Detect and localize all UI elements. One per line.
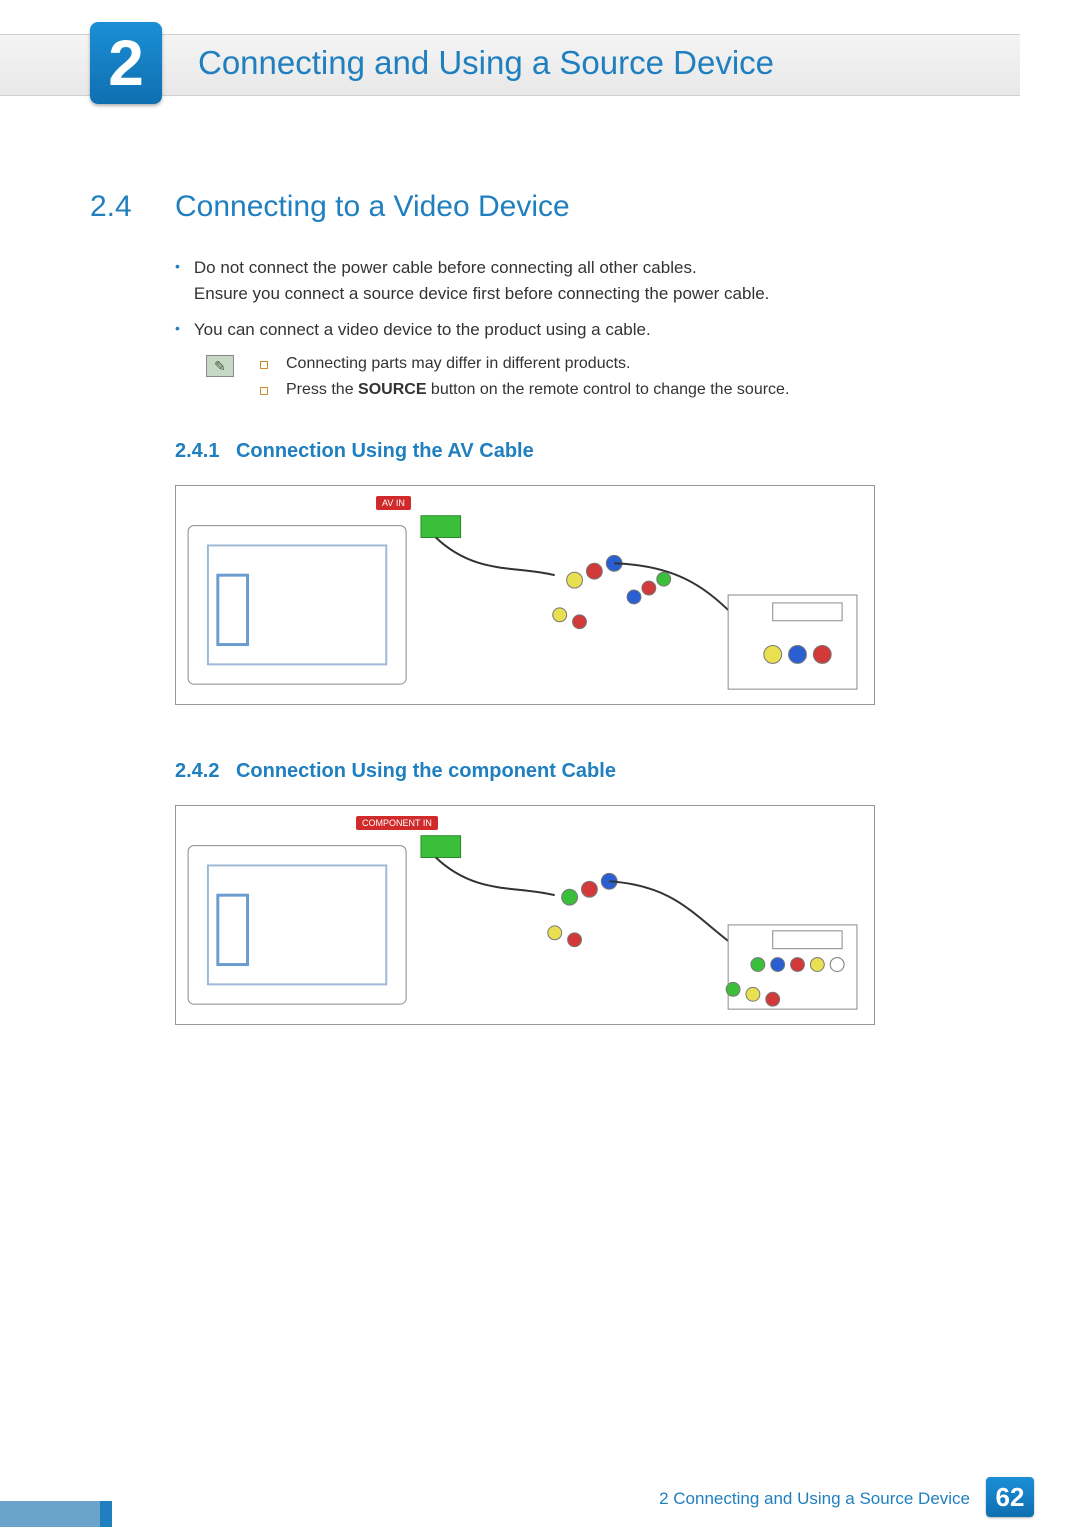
- subsection-number: 2.4.2: [175, 760, 219, 782]
- footer-text: 2 Connecting and Using a Source Device: [659, 1489, 970, 1509]
- list-item: Connecting parts may differ in different…: [260, 355, 960, 373]
- subsection-heading: 2.4.2 Connection Using the component Cab…: [175, 760, 616, 783]
- note-text: Connecting parts may differ in different…: [286, 355, 630, 373]
- bullet-list: • Do not connect the power cable before …: [175, 255, 955, 353]
- footer-accent-bar: [100, 1501, 112, 1527]
- list-item: • You can connect a video device to the …: [175, 317, 955, 343]
- footer-accent-bar: [0, 1501, 100, 1527]
- bullet-icon: •: [175, 255, 180, 307]
- note-bold: SOURCE: [358, 381, 426, 398]
- av-diagram-svg: [176, 486, 874, 704]
- bullet-text: Do not connect the power cable before co…: [194, 255, 770, 307]
- bullet-icon: •: [175, 317, 180, 343]
- subsection-heading: 2.4.1 Connection Using the AV Cable: [175, 440, 534, 463]
- chapter-number-box: 2: [90, 22, 162, 104]
- square-bullet-icon: [260, 361, 268, 369]
- note-list: Connecting parts may differ in different…: [260, 355, 960, 407]
- page-number: 62: [986, 1477, 1034, 1517]
- page-footer: 2 Connecting and Using a Source Device 6…: [0, 1479, 1080, 1527]
- component-diagram-svg: [176, 806, 874, 1024]
- section-number: 2.4: [90, 190, 132, 224]
- list-item: Press the SOURCE button on the remote co…: [260, 381, 960, 399]
- subsection-title: Connection Using the component Cable: [236, 760, 616, 782]
- av-diagram: AV IN AV OUT: [175, 485, 875, 705]
- subsection-title: Connection Using the AV Cable: [236, 440, 534, 462]
- chapter-title: Connecting and Using a Source Device: [198, 44, 774, 82]
- note-suffix: button on the remote control to change t…: [426, 381, 789, 398]
- square-bullet-icon: [260, 387, 268, 395]
- section-title: Connecting to a Video Device: [175, 190, 570, 224]
- note-icon: ✎: [206, 355, 234, 377]
- subsection-number: 2.4.1: [175, 440, 219, 462]
- component-diagram: COMPONENT IN COMPONENT OUT: [175, 805, 875, 1025]
- list-item: • Do not connect the power cable before …: [175, 255, 955, 307]
- bullet-text: You can connect a video device to the pr…: [194, 317, 651, 343]
- note-prefix: Press the: [286, 381, 358, 398]
- note-text: Press the SOURCE button on the remote co…: [286, 381, 789, 399]
